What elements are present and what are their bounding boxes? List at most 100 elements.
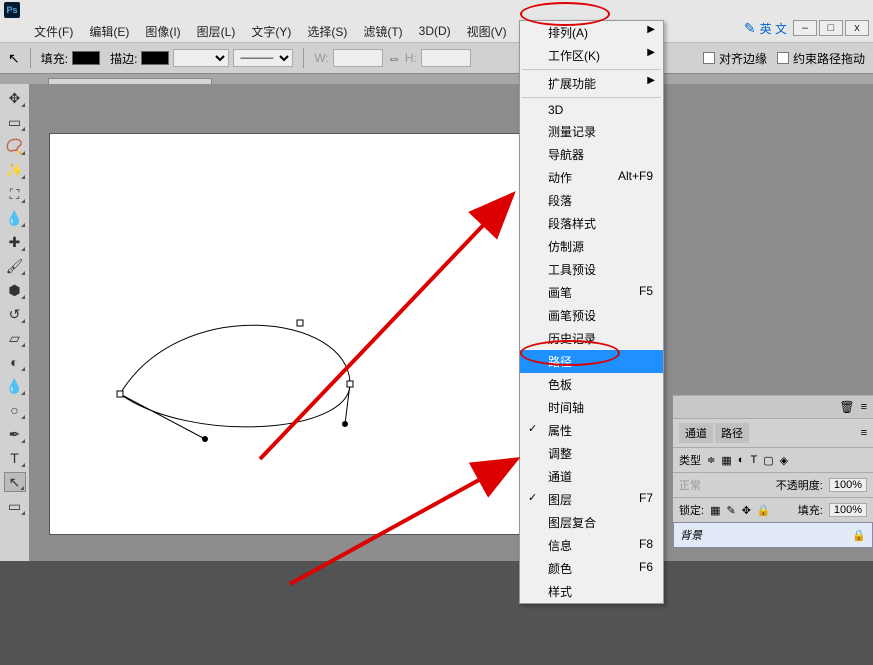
window-controls: – □ x — [793, 20, 869, 36]
lock-icon: 🔒 — [852, 529, 866, 542]
dd-layers[interactable]: ✓图层F7 — [520, 488, 663, 511]
brush-tool[interactable]: 🖌 — [4, 256, 26, 276]
app-icon: Ps — [4, 2, 20, 18]
stroke-swatch[interactable] — [141, 51, 169, 65]
menu-view[interactable]: 视图(V) — [459, 21, 515, 42]
marquee-tool[interactable]: ▭ — [4, 112, 26, 132]
lock-label: 锁定: — [679, 502, 704, 518]
tab-paths[interactable]: 路径 — [715, 423, 749, 443]
lock-icon[interactable]: 🔒 — [757, 504, 771, 517]
lock-icon[interactable]: ✎ — [726, 504, 735, 517]
dd-navigator[interactable]: 导航器 — [520, 143, 663, 166]
dodge-tool[interactable]: ○ — [4, 400, 26, 420]
lock-icon[interactable]: ✥ — [742, 504, 751, 517]
shape-tool[interactable]: ▭ — [4, 496, 26, 516]
align-edges-group[interactable]: 对齐边缘 — [703, 50, 767, 67]
shortcut-label: F7 — [639, 491, 653, 505]
dd-brush[interactable]: 画笔F5 — [520, 281, 663, 304]
minimize-button[interactable]: – — [793, 20, 817, 36]
eraser-tool[interactable]: ▱ — [4, 328, 26, 348]
dd-paragraph[interactable]: 段落 — [520, 189, 663, 212]
filter-icon[interactable]: ◈ — [780, 454, 788, 467]
dd-clone-source[interactable]: 仿制源 — [520, 235, 663, 258]
history-brush-tool[interactable]: ↺ — [4, 304, 26, 324]
menu-edit[interactable]: 编辑(E) — [81, 21, 137, 42]
type-tool[interactable]: T — [4, 448, 26, 468]
move-tool[interactable]: ✥ — [4, 88, 26, 108]
stamp-tool[interactable]: ⬢ — [4, 280, 26, 300]
dd-measurement[interactable]: 测量记录 — [520, 120, 663, 143]
dd-workspace[interactable]: 工作区(K)▶ — [520, 44, 663, 67]
dd-3d[interactable]: 3D — [520, 100, 663, 120]
menu-file[interactable]: 文件(F) — [26, 21, 81, 42]
pen-tool[interactable]: ✒ — [4, 424, 26, 444]
height-input[interactable] — [421, 49, 471, 67]
dd-color[interactable]: 颜色F6 — [520, 557, 663, 580]
constrain-checkbox[interactable] — [777, 52, 789, 64]
menu-filter[interactable]: 滤镜(T) — [355, 21, 410, 42]
width-label: W: — [314, 51, 328, 65]
close-button[interactable]: x — [845, 20, 869, 36]
dd-brush-presets[interactable]: 画笔预设 — [520, 304, 663, 327]
tab-channels[interactable]: 通道 — [679, 423, 713, 443]
dd-tool-presets[interactable]: 工具预设 — [520, 258, 663, 281]
filter-icon[interactable]: ▢ — [763, 454, 773, 467]
separator — [30, 48, 31, 68]
gradient-tool[interactable]: ◐ — [4, 352, 26, 372]
lasso-tool[interactable]: 📿 — [4, 136, 26, 156]
check-icon: ✓ — [528, 422, 537, 435]
path-selection-tool[interactable]: ↖ — [4, 472, 26, 492]
dd-adjustments[interactable]: 调整 — [520, 442, 663, 465]
width-input[interactable] — [333, 49, 383, 67]
path-shape[interactable] — [50, 134, 550, 534]
dd-actions[interactable]: 动作Alt+F9 — [520, 166, 663, 189]
menu-image[interactable]: 图像(I) — [137, 21, 188, 42]
dd-history[interactable]: 历史记录 — [520, 327, 663, 350]
lock-icon[interactable]: ▦ — [710, 504, 720, 517]
window-dropdown: 排列(A)▶ 工作区(K)▶ 扩展功能▶ 3D 测量记录 导航器 动作Alt+F… — [519, 20, 664, 604]
menu-layer[interactable]: 图层(L) — [189, 21, 244, 42]
blur-tool[interactable]: 💧 — [4, 376, 26, 396]
healing-tool[interactable]: ✚ — [4, 232, 26, 252]
dd-styles[interactable]: 样式 — [520, 580, 663, 603]
panel-menu-icon[interactable]: ≡ — [861, 427, 867, 439]
dd-paths[interactable]: 路径 — [520, 350, 663, 373]
stroke-style-dropdown[interactable]: ——— — [233, 49, 293, 67]
dd-layer-comps[interactable]: 图层复合 — [520, 511, 663, 534]
stroke-width-dropdown[interactable] — [173, 49, 229, 67]
stroke-label: 描边: — [110, 50, 137, 67]
dd-arrange[interactable]: 排列(A)▶ — [520, 21, 663, 44]
dd-info[interactable]: 信息F8 — [520, 534, 663, 557]
menu-3d[interactable]: 3D(D) — [411, 22, 459, 40]
dd-swatches[interactable]: 色板 — [520, 373, 663, 396]
panel-header-row: 🗑 ≡ — [673, 395, 873, 418]
dd-paragraph-styles[interactable]: 段落样式 — [520, 212, 663, 235]
dd-channels[interactable]: 通道 — [520, 465, 663, 488]
blend-mode-label: 正常 — [679, 477, 701, 493]
language-indicator[interactable]: ✎ 英 文 — [744, 20, 787, 37]
canvas[interactable] — [50, 134, 550, 534]
dd-timeline[interactable]: 时间轴 — [520, 396, 663, 419]
magic-wand-tool[interactable]: ✨ — [4, 160, 26, 180]
eyedropper-tool[interactable]: 💧 — [4, 208, 26, 228]
dd-properties[interactable]: ✓属性 — [520, 419, 663, 442]
align-checkbox[interactable] — [703, 52, 715, 64]
panel-menu-icon[interactable]: ≡ — [861, 401, 867, 413]
menu-type[interactable]: 文字(Y) — [243, 21, 299, 42]
fill-swatch[interactable] — [72, 51, 100, 65]
filter-icon[interactable]: ◐ — [738, 454, 745, 466]
layer-background[interactable]: 背景 🔒 — [673, 522, 873, 548]
filter-icon[interactable]: T — [750, 454, 757, 466]
crop-tool[interactable]: ⛶ — [4, 184, 26, 204]
dd-extensions[interactable]: 扩展功能▶ — [520, 72, 663, 95]
constrain-group[interactable]: 约束路径拖动 — [777, 50, 865, 67]
maximize-button[interactable]: □ — [819, 20, 843, 36]
trash-icon[interactable]: 🗑 — [839, 400, 854, 414]
menu-select[interactable]: 选择(S) — [299, 21, 355, 42]
link-icon[interactable]: ⇔ — [387, 50, 401, 66]
fill-value[interactable]: 100% — [829, 503, 867, 517]
align-label: 对齐边缘 — [719, 50, 767, 67]
move-tool-icon[interactable]: ↖ — [8, 50, 20, 67]
opacity-value[interactable]: 100% — [829, 478, 867, 492]
filter-icon[interactable]: ▦ — [721, 454, 731, 467]
